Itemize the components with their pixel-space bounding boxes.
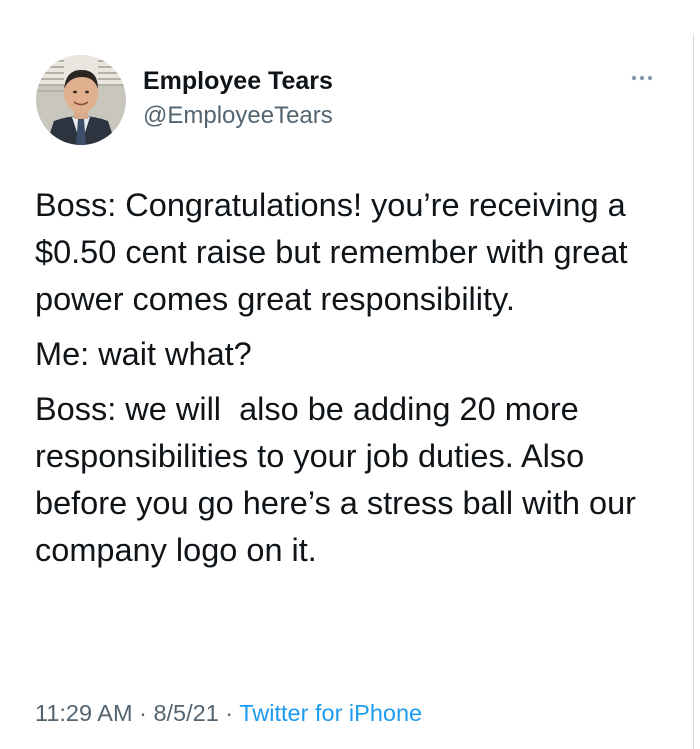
more-options-button[interactable] [624,66,660,90]
tweet-meta: 11:29 AM · 8/5/21 · Twitter for iPhone [35,698,422,728]
more-dots-icon [631,75,653,81]
tweet-text: Boss: Congratulations! you’re receiving … [35,182,675,582]
tweet-card: Employee Tears @EmployeeTears Boss: Cong… [0,0,700,749]
tweet-paragraph: Boss: Congratulations! you’re receiving … [35,187,637,317]
tweet-time[interactable]: 11:29 AM [35,700,133,726]
author-display-name[interactable]: Employee Tears [143,66,333,96]
meta-separator: · [132,700,154,726]
right-divider [693,34,694,749]
tweet-paragraph: Boss: we will also be adding 20 more res… [35,391,646,568]
tweet-paragraph: Me: wait what? [35,336,252,372]
tweet-date[interactable]: 8/5/21 [153,700,218,726]
tweet-source-link[interactable]: Twitter for iPhone [239,700,422,726]
avatar[interactable] [36,55,126,145]
author-handle[interactable]: @EmployeeTears [143,101,333,131]
meta-separator: · [218,700,240,726]
profile-photo [36,55,126,145]
